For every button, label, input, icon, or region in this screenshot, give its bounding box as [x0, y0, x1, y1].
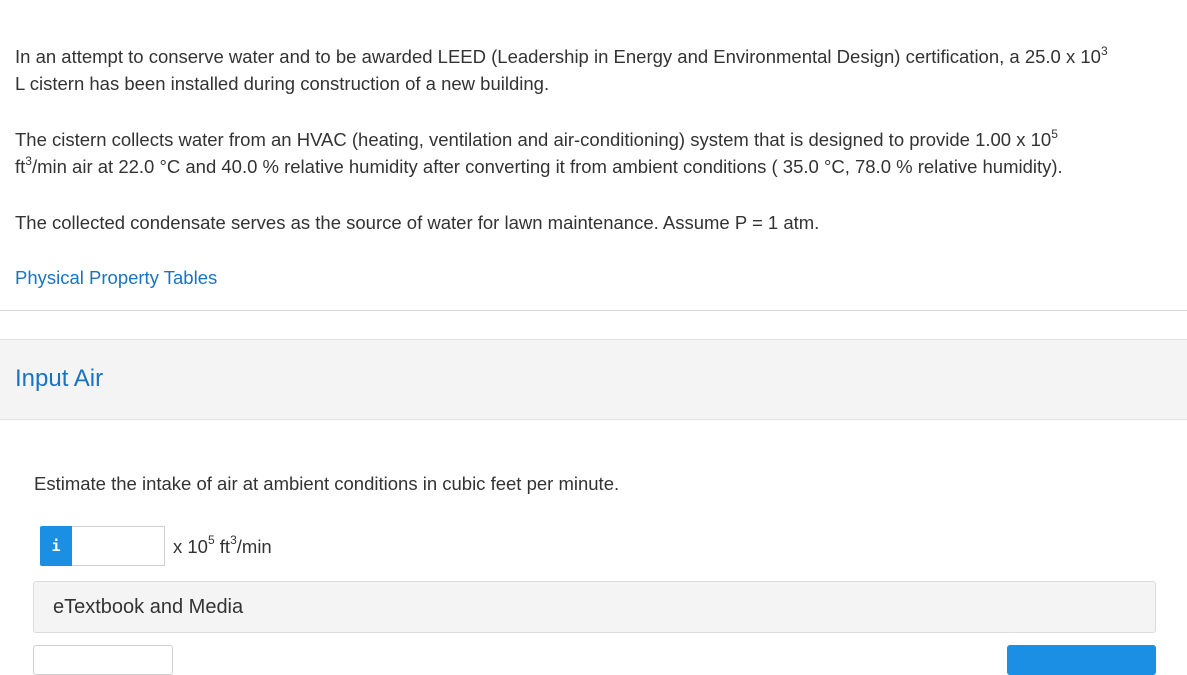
exponent: 5: [1051, 126, 1058, 141]
exponent: 3: [25, 153, 32, 168]
problem-text: ft: [15, 156, 26, 177]
divider: [0, 310, 1187, 311]
problem-text: L cistern has been installed during cons…: [15, 73, 550, 94]
secondary-button[interactable]: [33, 645, 173, 675]
info-icon[interactable]: i: [40, 526, 72, 566]
unit-text: ft: [214, 535, 231, 557]
exponent: 3: [230, 533, 237, 548]
answer-input[interactable]: [72, 526, 165, 566]
problem-text: The cistern collects water from an HVAC …: [15, 129, 1052, 150]
unit-text: /min: [236, 535, 272, 557]
section-header: Input Air: [0, 339, 1187, 420]
problem-text: In an attempt to conserve water and to b…: [15, 46, 1101, 67]
problem-text: The collected condensate serves as the s…: [15, 212, 820, 233]
answer-row: i x 105 ft3/min: [40, 526, 272, 566]
physical-property-tables-link[interactable]: Physical Property Tables: [15, 264, 217, 291]
exponent: 3: [1100, 43, 1108, 58]
unit-text: x 10: [173, 535, 208, 557]
answer-unit: x 105 ft3/min: [173, 533, 272, 560]
question-text: Estimate the intake of air at ambient co…: [34, 473, 620, 494]
etextbook-label: eTextbook and Media: [53, 596, 244, 618]
section-title: Input Air: [15, 365, 104, 392]
problem-paragraph-1: In an attempt to conserve water and to b…: [15, 43, 1175, 97]
problem-text: /min air at 22.0 °C and 40.0 % relative …: [31, 156, 1063, 177]
submit-button[interactable]: [1007, 645, 1156, 675]
problem-paragraph-2: The cistern collects water from an HVAC …: [15, 126, 1175, 180]
exponent: 5: [207, 533, 215, 548]
problem-paragraph-3: The collected condensate serves as the s…: [15, 209, 1175, 236]
etextbook-and-media-panel[interactable]: eTextbook and Media: [33, 581, 1156, 633]
